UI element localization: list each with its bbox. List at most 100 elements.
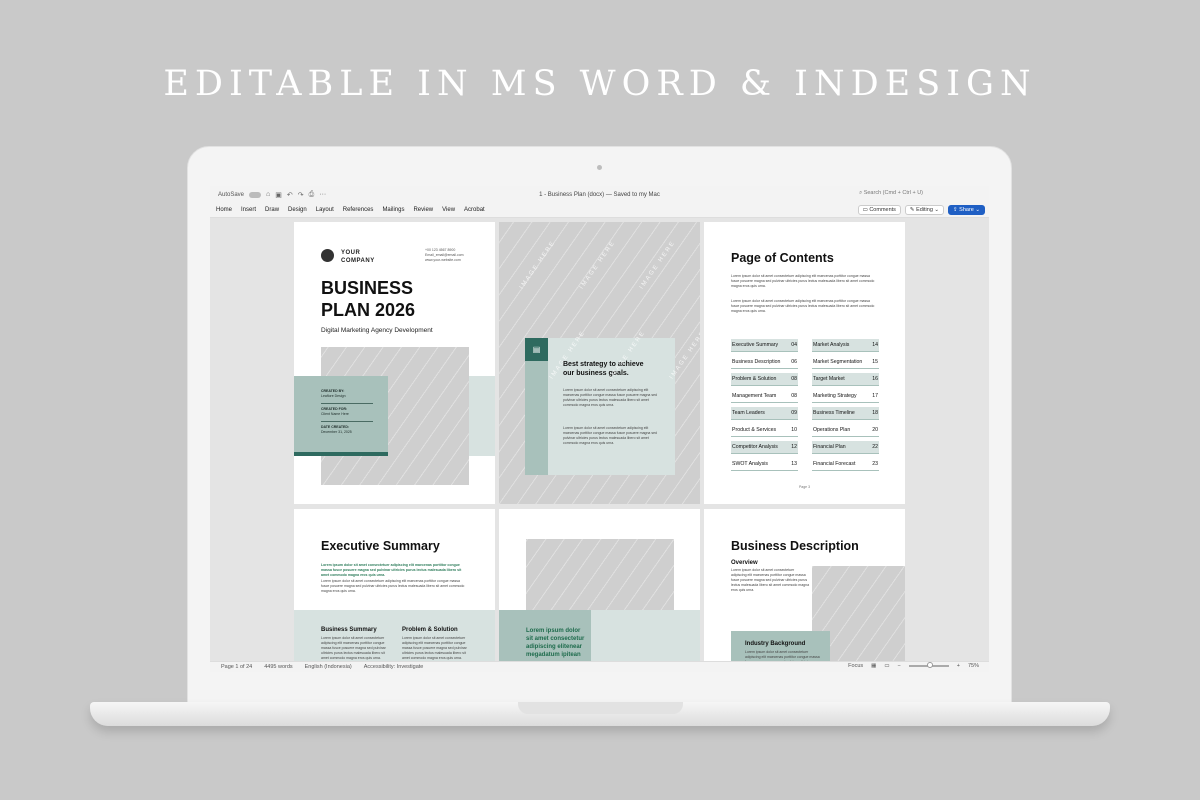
toc-row[interactable]: Business Timeline 18 bbox=[812, 407, 879, 420]
bizdesc-title: Business Description bbox=[731, 539, 859, 553]
toc-label: Market Analysis bbox=[813, 342, 850, 348]
comments-button[interactable]: ▭ Comments bbox=[857, 205, 901, 215]
page-cover[interactable]: YOUR COMPANY +00 123 4567 8900 Email_ema… bbox=[294, 222, 495, 504]
toc-label: Target Market bbox=[813, 376, 845, 382]
focus-button[interactable]: Focus bbox=[848, 663, 863, 669]
toc-row[interactable]: Executive Summary 04 bbox=[731, 339, 798, 352]
ribbon-tabs: Home Insert Draw Design Layout Reference… bbox=[210, 203, 989, 218]
contact-web: www.your-website.com bbox=[425, 258, 461, 262]
bizdesc-body: Lorem ipsum dolor sit amet consectetuer … bbox=[731, 568, 810, 592]
toc-row[interactable]: Marketing Strategy 17 bbox=[812, 390, 879, 403]
toc-row[interactable]: Product & Services 10 bbox=[731, 424, 798, 437]
tab-layout[interactable]: Layout bbox=[316, 207, 334, 213]
toc-row[interactable]: Problem & Solution 08 bbox=[731, 373, 798, 386]
word-window: AutoSave ⌂ ▣ ↶ ↷ ⎙ ··· 1 - Business Plan… bbox=[210, 186, 989, 672]
tab-home[interactable]: Home bbox=[216, 207, 232, 213]
print-icon[interactable]: ⎙ bbox=[309, 191, 315, 199]
zoom-in-icon[interactable]: + bbox=[957, 663, 960, 669]
toc-row[interactable]: Financial Forecast 23 bbox=[812, 458, 879, 471]
document-icon: ▤ bbox=[525, 338, 548, 361]
toc-label: Problem & Solution bbox=[732, 376, 777, 382]
comments-label: Comments bbox=[869, 207, 896, 213]
undo-icon[interactable]: ↶ bbox=[287, 191, 293, 199]
toc-page-number: 15 bbox=[872, 359, 878, 365]
cover-accent-bar bbox=[294, 452, 388, 456]
document-canvas[interactable]: YOUR COMPANY +00 123 4567 8900 Email_ema… bbox=[210, 218, 989, 661]
redo-icon[interactable]: ↷ bbox=[298, 191, 304, 199]
strategy-body-1: Lorem ipsum dolor sit amet consectetuer … bbox=[563, 388, 657, 407]
toc-page-number: 14 bbox=[872, 342, 878, 348]
home-icon[interactable]: ⌂ bbox=[266, 191, 270, 198]
toc-label: Competitor Analysis bbox=[732, 444, 778, 450]
problem-solution-heading: Problem & Solution bbox=[402, 627, 458, 633]
toc-row[interactable]: Team Leaders 09 bbox=[731, 407, 798, 420]
toc-page-number: 16 bbox=[872, 376, 878, 382]
toc-row[interactable]: Business Description 06 bbox=[731, 356, 798, 369]
strategy-heading-line2: our business goals. bbox=[563, 370, 629, 377]
tab-acrobat[interactable]: Acrobat bbox=[464, 207, 485, 213]
autosave-label: AutoSave bbox=[218, 191, 245, 198]
zoom-slider-handle[interactable] bbox=[926, 662, 933, 668]
editing-button[interactable]: ✎ Editing ⌄ bbox=[904, 205, 945, 215]
callout-line2: sit amet consectetur bbox=[526, 636, 585, 642]
search-box[interactable]: ⌕ Search (Cmd + Ctrl + U) bbox=[859, 190, 923, 197]
save-icon[interactable]: ▣ bbox=[275, 191, 282, 199]
tab-design[interactable]: Design bbox=[288, 207, 307, 213]
tab-mailings[interactable]: Mailings bbox=[382, 207, 404, 213]
zoom-slider[interactable] bbox=[908, 662, 949, 668]
toc-label: Team Leaders bbox=[732, 410, 765, 416]
toc-row[interactable]: SWOT Analysis 13 bbox=[731, 458, 798, 471]
toc-row[interactable]: Target Market 16 bbox=[812, 373, 879, 386]
page-business-description[interactable]: Business Description Overview Lorem ipsu… bbox=[704, 509, 905, 661]
toc-row[interactable]: Market Segmentation 15 bbox=[812, 356, 879, 369]
page-contents[interactable]: Page of Contents Lorem ipsum dolor sit a… bbox=[704, 222, 905, 504]
toc-page-number: 17 bbox=[872, 393, 878, 399]
business-summary-heading: Business Summary bbox=[321, 627, 377, 633]
toc-page-number: 08 bbox=[791, 376, 797, 382]
industry-background-body: Lorem ipsum dolor sit amet consectetuer … bbox=[745, 650, 821, 661]
share-button[interactable]: ⇪ Share ⌄ bbox=[948, 205, 985, 215]
tab-references[interactable]: References bbox=[343, 207, 374, 213]
web-layout-icon[interactable]: ▭ bbox=[884, 663, 889, 669]
autosave-toggle[interactable] bbox=[249, 191, 262, 198]
toc-row[interactable]: Market Analysis 14 bbox=[812, 339, 879, 352]
tab-review[interactable]: Review bbox=[413, 207, 433, 213]
zoom-level[interactable]: 75% bbox=[968, 663, 979, 669]
print-layout-icon[interactable]: ▦ bbox=[871, 663, 876, 669]
accessibility-status[interactable]: Accessibility: Investigate bbox=[364, 664, 424, 670]
toc-row[interactable]: Management Team 08 bbox=[731, 390, 798, 403]
search-placeholder: Search (Cmd + Ctrl + U) bbox=[863, 190, 923, 196]
toc-label: Business Timeline bbox=[813, 410, 855, 416]
word-count[interactable]: 4495 words bbox=[264, 664, 292, 670]
toc-row[interactable]: Operations Plan 20 bbox=[812, 424, 879, 437]
industry-background-title: Industry Background bbox=[745, 641, 806, 647]
business-summary-body: Lorem ipsum dolor sit amet consectetuer … bbox=[321, 636, 386, 660]
contents-body-2: Lorem ipsum dolor sit amet consectetuer … bbox=[731, 299, 875, 313]
page-image-callout[interactable]: Lorem ipsum dolor sit amet consectetur a… bbox=[499, 509, 700, 661]
tab-draw[interactable]: Draw bbox=[265, 207, 279, 213]
share-label: Share bbox=[959, 207, 974, 213]
strategy-card: ▤ Best strategy to achieve our business … bbox=[525, 338, 675, 475]
strategy-heading-line1: Best strategy to achieve bbox=[563, 361, 644, 368]
tab-insert[interactable]: Insert bbox=[241, 207, 256, 213]
page-executive-summary[interactable]: Executive Summary Lorem ipsum dolor sit … bbox=[294, 509, 495, 661]
zoom-out-icon[interactable]: − bbox=[898, 663, 901, 669]
toc-page-number: 08 bbox=[791, 393, 797, 399]
page-count[interactable]: Page 1 of 24 bbox=[221, 664, 252, 670]
toc-label: Operations Plan bbox=[813, 427, 851, 433]
cover-info-box: CREATED BY: Leaflore Design CREATED FOR:… bbox=[294, 376, 388, 456]
toc-row[interactable]: Financial Plan 22 bbox=[812, 441, 879, 454]
industry-background-box: Industry Background Lorem ipsum dolor si… bbox=[731, 631, 830, 661]
created-for-value: Client Name Here bbox=[321, 412, 349, 416]
title-bar: AutoSave ⌂ ▣ ↶ ↷ ⎙ ··· 1 - Business Plan… bbox=[210, 186, 989, 203]
tab-view[interactable]: View bbox=[442, 207, 455, 213]
language[interactable]: English (Indonesia) bbox=[305, 664, 352, 670]
toc-label: Market Segmentation bbox=[813, 359, 863, 365]
page-strategy[interactable]: IMAGE HERE IMAGE HERE IMAGE HERE IMAGE HERE… bbox=[499, 222, 700, 504]
toc-row[interactable]: Competitor Analysis 12 bbox=[731, 441, 798, 454]
callout-teal-band bbox=[591, 610, 700, 661]
image-here-watermark: IMAGE HERE bbox=[518, 239, 557, 291]
more-icon[interactable]: ··· bbox=[319, 191, 326, 198]
callout-line4: megadatum ipitean bbox=[526, 652, 581, 658]
callout-line1: Lorem ipsum dolor bbox=[526, 628, 581, 634]
